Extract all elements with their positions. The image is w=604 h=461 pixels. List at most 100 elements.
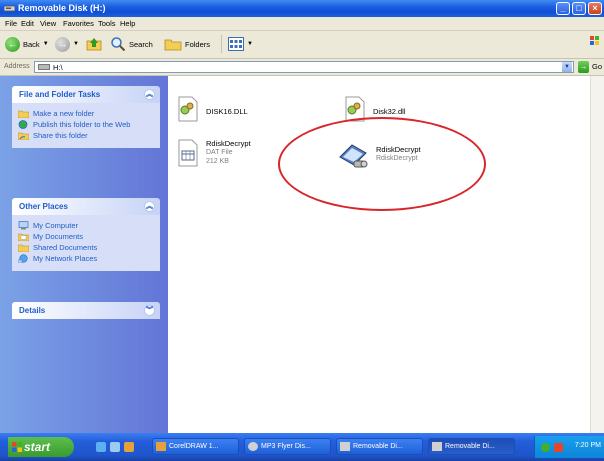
details-header[interactable]: Details ︾ xyxy=(12,302,160,319)
chevron-down-icon[interactable]: ▼ xyxy=(562,62,572,72)
dropdown-arrow-icon: ▼ xyxy=(42,41,49,47)
panel-title: Details xyxy=(19,306,46,315)
address-bar: Address H:\ ▼ → Go xyxy=(0,59,604,76)
windows-logo-icon xyxy=(590,36,599,45)
file-size: 212 KB xyxy=(206,158,229,165)
my-computer-link[interactable]: My Computer xyxy=(18,221,154,230)
start-button[interactable]: start xyxy=(8,437,74,457)
file-name: Disk32.dll xyxy=(373,107,406,116)
computer-icon xyxy=(18,221,29,230)
menu-help[interactable]: Help xyxy=(120,19,135,28)
mp3-app-icon xyxy=(248,442,258,451)
share-folder-link[interactable]: Share this folder xyxy=(18,131,154,140)
address-value: H:\ xyxy=(53,63,63,72)
folders-label: Folders xyxy=(185,39,211,49)
views-icon xyxy=(228,37,244,51)
link-label: Publish this folder to the Web xyxy=(33,120,131,129)
system-tray: 7:20 PM xyxy=(534,436,604,458)
menu-edit[interactable]: Edit xyxy=(21,19,34,28)
back-label: Back xyxy=(23,39,40,49)
drive-icon xyxy=(4,5,15,12)
folder-up-icon xyxy=(86,38,102,51)
file-type: DAT File xyxy=(206,149,233,156)
details-panel: Details ︾ xyxy=(12,302,160,319)
dropdown-arrow-icon: ▼ xyxy=(247,41,253,47)
dropdown-arrow-icon: ▼ xyxy=(73,41,79,47)
menu-view[interactable]: View xyxy=(40,19,56,28)
maximize-button[interactable]: □ xyxy=(572,2,586,15)
clock[interactable]: 7:20 PM xyxy=(575,442,601,449)
file-item-rdiskdecrypt-dat[interactable]: RdiskDecrypt DAT File 212 KB xyxy=(176,139,251,167)
globe-icon xyxy=(18,120,28,129)
search-label: Search xyxy=(129,39,153,49)
shared-documents-link[interactable]: Shared Documents xyxy=(18,243,154,252)
menu-favorites[interactable]: Favorites xyxy=(63,19,94,28)
file-folder-tasks-header[interactable]: File and Folder Tasks ︽ xyxy=(12,86,160,103)
address-input[interactable]: H:\ ▼ xyxy=(34,61,574,73)
file-folder-tasks-panel: File and Folder Tasks ︽ Make a new folde… xyxy=(12,86,160,148)
forward-button[interactable]: → ▼ xyxy=(55,35,79,53)
task-label: Removable Di... xyxy=(445,443,495,450)
drive-icon xyxy=(340,442,350,451)
menu-tools[interactable]: Tools xyxy=(98,19,116,28)
expand-chevron-icon[interactable]: ︾ xyxy=(144,305,155,316)
back-button[interactable]: ← Back ▼ xyxy=(5,35,49,53)
task-coreldraw[interactable]: CorelDRAW 1... xyxy=(152,438,239,455)
panel-title: Other Places xyxy=(19,202,68,211)
file-item-disk16[interactable]: DISK16.DLL xyxy=(176,96,248,122)
task-label: Removable Di... xyxy=(353,443,403,450)
title-bar[interactable]: Removable Disk (H:) _ □ × xyxy=(0,0,604,17)
link-label: Share this folder xyxy=(33,131,88,140)
task-removable-disk-2[interactable]: Removable Di... xyxy=(428,438,515,455)
red-highlight-circle xyxy=(278,117,486,211)
quicklaunch-media-icon[interactable] xyxy=(124,442,134,452)
publish-to-web-link[interactable]: Publish this folder to the Web xyxy=(18,120,154,129)
close-button[interactable]: × xyxy=(588,2,602,15)
address-label: Address xyxy=(4,63,30,70)
search-button[interactable]: Search xyxy=(110,35,153,53)
go-button[interactable]: → xyxy=(578,61,589,73)
other-places-panel: Other Places ︽ My Computer My Documents … xyxy=(12,198,160,271)
go-label[interactable]: Go xyxy=(592,62,602,71)
collapse-chevron-icon[interactable]: ︽ xyxy=(144,89,155,100)
vertical-scrollbar[interactable] xyxy=(590,76,604,433)
folders-button[interactable]: Folders xyxy=(164,35,210,53)
views-button[interactable]: ▼ xyxy=(221,35,253,53)
shared-folder-icon xyxy=(18,244,29,252)
menu-file[interactable]: File xyxy=(5,19,17,28)
link-label: Make a new folder xyxy=(33,109,95,118)
back-arrow-icon: ← xyxy=(5,36,20,52)
quicklaunch-ie-icon[interactable] xyxy=(96,442,106,452)
tray-network-icon[interactable] xyxy=(541,443,550,452)
collapse-chevron-icon[interactable]: ︽ xyxy=(144,201,155,212)
up-button[interactable] xyxy=(86,35,102,53)
network-icon xyxy=(18,254,28,263)
quicklaunch-desktop-icon[interactable] xyxy=(110,442,120,452)
make-new-folder-link[interactable]: Make a new folder xyxy=(18,109,154,118)
folders-icon xyxy=(164,39,182,51)
taskbar: start CorelDRAW 1... MP3 Flyer Dis... Re… xyxy=(0,433,604,461)
toolbar: ← Back ▼ → ▼ Search Folders ▼ xyxy=(0,31,604,59)
drive-icon xyxy=(38,64,50,70)
start-label: start xyxy=(24,440,51,454)
link-label: My Documents xyxy=(33,232,84,241)
task-removable-disk-1[interactable]: Removable Di... xyxy=(336,438,423,455)
task-mp3-flyer[interactable]: MP3 Flyer Dis... xyxy=(244,438,331,455)
search-icon xyxy=(111,37,126,52)
share-folder-icon xyxy=(18,132,29,140)
drive-icon xyxy=(432,442,442,451)
tray-app-icon[interactable] xyxy=(554,443,563,452)
link-label: Shared Documents xyxy=(33,243,98,252)
other-places-header[interactable]: Other Places ︽ xyxy=(12,198,160,215)
menu-bar: File Edit View Favorites Tools Help xyxy=(0,17,604,31)
link-label: My Network Places xyxy=(33,254,98,263)
my-network-places-link[interactable]: My Network Places xyxy=(18,254,154,263)
file-name: RdiskDecrypt xyxy=(206,139,251,148)
coreldraw-icon xyxy=(156,442,166,451)
forward-arrow-icon: → xyxy=(55,36,70,52)
my-documents-link[interactable]: My Documents xyxy=(18,232,154,241)
task-pane: File and Folder Tasks ︽ Make a new folde… xyxy=(0,76,168,433)
windows-flag-icon xyxy=(12,442,22,452)
task-label: CorelDRAW 1... xyxy=(169,443,219,450)
minimize-button[interactable]: _ xyxy=(556,2,570,15)
